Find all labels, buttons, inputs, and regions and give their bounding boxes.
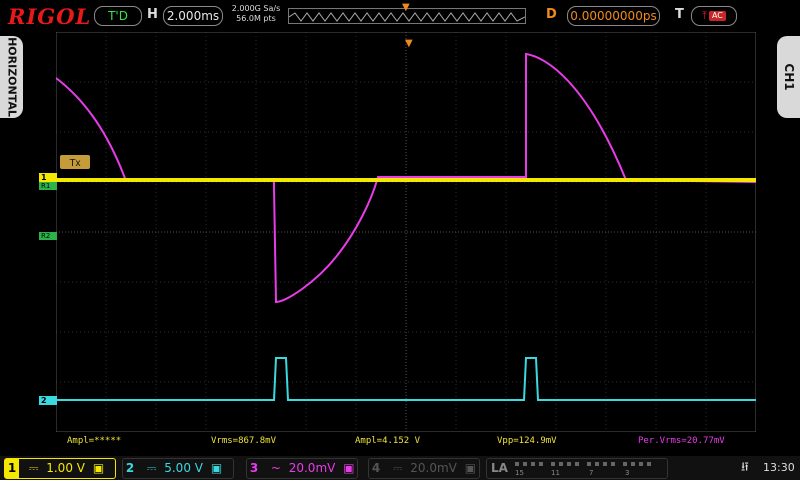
la-digit-11: 11 <box>551 469 560 477</box>
horizontal-label: H <box>147 7 158 22</box>
rising-edge-icon: ⤒ <box>702 9 707 22</box>
ch1-coupling-icon: ⎓ <box>28 461 39 475</box>
horizontal-tab-label: HORIZONTAL <box>5 37 18 117</box>
ch3-number: 3 <box>249 461 259 475</box>
sample-rate: 2.000G Sa/s <box>231 4 281 13</box>
brand-logo: RIGOL <box>8 4 92 29</box>
ch2-scale: 5.00 V <box>164 461 203 475</box>
horizontal-tab[interactable]: HORIZONTAL <box>0 36 23 118</box>
svg-text:Tx: Tx <box>69 158 80 169</box>
trigger-label: T <box>675 7 684 22</box>
ch4-scale: 20.0mV <box>410 461 457 475</box>
ch2-scale-box[interactable]: 2 ⎓ 5.00 V ▣ <box>122 458 234 479</box>
ch1-bw-icon: ▣ <box>92 461 105 475</box>
la-digit-3: 3 <box>625 469 629 477</box>
timebase-readout[interactable]: 2.000ms <box>163 6 223 26</box>
ch2-coupling-icon: ⎓ <box>146 461 157 475</box>
ch4-scale-box[interactable]: 4 ⎓ 20.0mV ▣ <box>368 458 480 479</box>
ch1-scale: 1.00 V <box>46 461 85 475</box>
meas-ampl-2[interactable]: Ampl=4.152 V <box>355 436 420 446</box>
ch3-bw-icon: ▣ <box>343 461 355 475</box>
ch1-scale-box[interactable]: 1 ⎓ 1.00 V ▣ <box>4 458 116 479</box>
la-digit-7: 7 <box>589 469 593 477</box>
meas-per-vrms[interactable]: Per.Vrms=20.77mV <box>638 436 725 446</box>
memory-depth: 56.0M pts <box>236 14 276 23</box>
trigger-source-badge: AC <box>708 11 726 21</box>
la-channels-icon: 15 11 7 3 <box>515 462 651 477</box>
ch2-level-marker[interactable]: 2 <box>39 396 57 405</box>
top-status-bar: RIGOL T'D H 2.000ms 2.000G Sa/s 56.0M pt… <box>0 0 800 32</box>
usb-icon: ⭿ <box>741 460 749 474</box>
waveform-display[interactable]: ▼ Tx R2 <box>56 32 756 432</box>
channel-bar: 1 ⎓ 1.00 V ▣ 2 ⎓ 5.00 V ▣ 3 ~ 20.0mV ▣ 4… <box>0 456 800 480</box>
meas-vrms[interactable]: Vrms=867.8mV <box>211 436 276 446</box>
trigger-setting[interactable]: ⤒ AC <box>691 6 737 26</box>
clock: 13:30 <box>763 461 795 474</box>
ch3-coupling-icon: ~ <box>270 461 281 475</box>
ch2-bw-icon: ▣ <box>210 461 223 475</box>
ch3-scale-box[interactable]: 3 ~ 20.0mV ▣ <box>246 458 358 479</box>
sample-rate-info: 2.000G Sa/s 56.0M pts <box>228 4 284 24</box>
trigger-position-marker-icon: ▼ <box>402 2 410 13</box>
la-digit-15: 15 <box>515 469 524 477</box>
ref-r1-marker[interactable]: R1 <box>39 182 57 190</box>
delay-label: D <box>546 7 557 22</box>
ch1-number: 1 <box>5 459 19 478</box>
meas-vpp[interactable]: Vpp=124.9mV <box>497 436 557 446</box>
ch3-scale: 20.0mV <box>288 461 336 475</box>
ch4-coupling-icon: ⎓ <box>392 461 403 475</box>
trigger-status-badge[interactable]: T'D <box>94 6 142 26</box>
ch1-tab[interactable]: CH1 <box>777 36 800 118</box>
ch4-bw-icon: ▣ <box>464 461 477 475</box>
measurement-bar: Ampl=***** Vrms=867.8mV Ampl=4.152 V Vpp… <box>0 436 800 450</box>
ch1-tab-label: CH1 <box>781 63 796 91</box>
ref-r2-marker-badge[interactable]: R2 <box>39 232 57 240</box>
meas-ampl-1[interactable]: Ampl=***** <box>67 436 121 446</box>
la-box[interactable]: LA 15 11 7 3 <box>486 458 668 479</box>
delay-readout[interactable]: 0.00000000ps <box>567 6 660 26</box>
ch2-number: 2 <box>125 461 135 475</box>
tx-marker[interactable]: Tx <box>60 155 90 169</box>
ch4-number: 4 <box>371 461 381 475</box>
la-label: LA <box>491 461 508 475</box>
ch1-level-marker[interactable]: 1 <box>39 173 57 182</box>
trigger-time-marker-icon: ▼ <box>405 38 413 49</box>
